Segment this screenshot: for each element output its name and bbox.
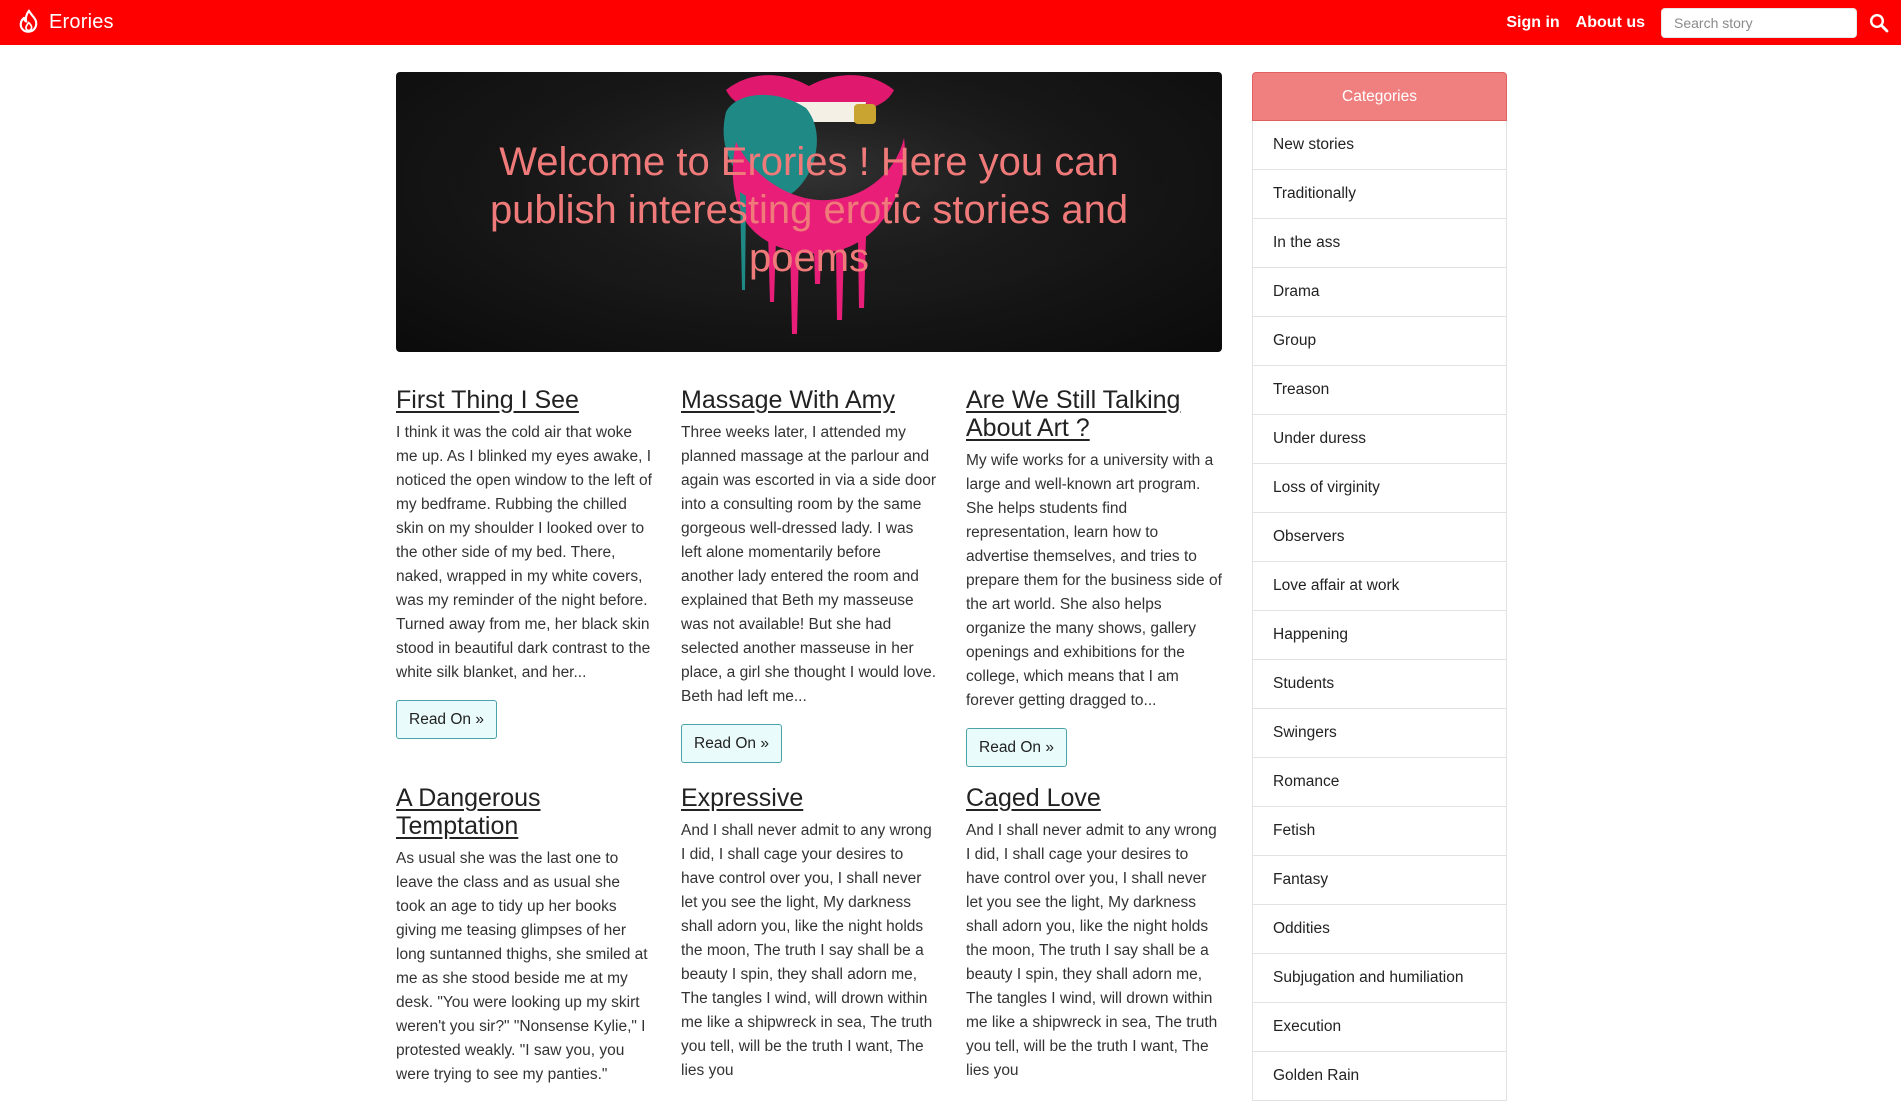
search-button[interactable] [1857,0,1901,45]
category-item-observers[interactable]: Observers [1252,513,1507,562]
category-item-happening[interactable]: Happening [1252,611,1507,660]
story-excerpt: I think it was the cold air that woke me… [396,424,652,681]
story-title-link[interactable]: First Thing I See [396,386,652,414]
read-on-button[interactable]: Read On » [396,700,497,739]
categories-header: Categories [1252,72,1507,121]
category-item-oddities[interactable]: Oddities [1252,905,1507,954]
read-on-button[interactable]: Read On » [966,728,1067,767]
flame-icon [19,9,38,33]
story-card: First Thing I See I think it was the col… [396,386,652,739]
category-item-romance[interactable]: Romance [1252,758,1507,807]
nav-actions: Sign in About us [1506,0,1901,45]
category-item-new-stories[interactable]: New stories [1252,121,1507,170]
category-item-love-affair-at-work[interactable]: Love affair at work [1252,562,1507,611]
story-card: A Dangerous Temptation As usual she was … [396,784,652,1087]
brand-name: Erories [49,11,114,33]
category-item-execution[interactable]: Execution [1252,1003,1507,1052]
story-card: Are We Still Talking About Art ? My wife… [966,386,1222,767]
story-title-link[interactable]: Expressive [681,784,937,812]
story-card: Expressive And I shall never admit to an… [681,784,937,1083]
top-navbar: Erories Sign in About us [0,0,1901,45]
story-title-link[interactable]: Massage With Amy [681,386,937,414]
category-item-drama[interactable]: Drama [1252,268,1507,317]
story-title-link[interactable]: A Dangerous Temptation [396,784,652,840]
story-excerpt: Three weeks later, I attended my planned… [681,424,937,705]
story-excerpt: And I shall never admit to any wrong I d… [681,822,933,1079]
category-item-fetish[interactable]: Fetish [1252,807,1507,856]
hero-title: Welcome to Erories ! Here you can publis… [489,140,1129,280]
category-item-group[interactable]: Group [1252,317,1507,366]
sign-in-link[interactable]: Sign in [1506,14,1559,32]
category-item-fantasy[interactable]: Fantasy [1252,856,1507,905]
search-icon [1869,13,1889,32]
story-card: Caged Love And I shall never admit to an… [966,784,1222,1083]
category-item-loss-of-virginity[interactable]: Loss of virginity [1252,464,1507,513]
category-item-in-the-ass[interactable]: In the ass [1252,219,1507,268]
brand-link[interactable]: Erories [16,9,114,37]
category-item-students[interactable]: Students [1252,660,1507,709]
category-item-swingers[interactable]: Swingers [1252,709,1507,758]
category-item-under-duress[interactable]: Under duress [1252,415,1507,464]
story-excerpt: And I shall never admit to any wrong I d… [966,822,1218,1079]
read-on-button[interactable]: Read On » [681,724,782,763]
story-excerpt: As usual she was the last one to leave t… [396,850,648,1083]
hero-banner: Welcome to Erories ! Here you can publis… [396,72,1222,352]
story-excerpt: My wife works for a university with a la… [966,452,1222,709]
category-item-golden-rain[interactable]: Golden Rain [1252,1052,1507,1101]
about-us-link[interactable]: About us [1576,14,1645,32]
category-item-traditionally[interactable]: Traditionally [1252,170,1507,219]
category-item-subjugation-and-humiliation[interactable]: Subjugation and humiliation [1252,954,1507,1003]
categories-sidebar: Categories New stories Traditionally In … [1252,72,1507,1101]
story-card: Massage With Amy Three weeks later, I at… [681,386,937,763]
category-item-treason[interactable]: Treason [1252,366,1507,415]
story-title-link[interactable]: Caged Love [966,784,1222,812]
story-title-link[interactable]: Are We Still Talking About Art ? [966,386,1222,442]
search-input[interactable] [1661,7,1857,38]
